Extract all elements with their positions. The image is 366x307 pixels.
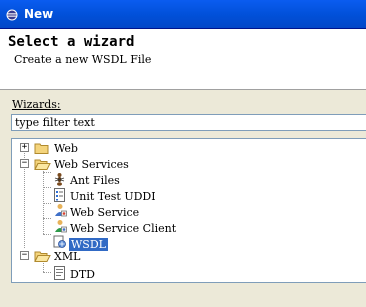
tree-connector (43, 172, 51, 173)
tree-connector (43, 234, 51, 235)
page-description: Create a new WSDL File (14, 53, 152, 66)
filter-input[interactable] (11, 114, 366, 131)
ant-icon (54, 173, 65, 186)
tree-connector (43, 168, 44, 234)
wizard-tree[interactable]: + Web − Web Services Ant Files Unit Test… (11, 138, 366, 283)
wsdl-icon (53, 235, 66, 248)
collapse-toggle[interactable]: − (20, 159, 29, 168)
wizard-header: Select a wizard Create a new WSDL File (0, 29, 366, 90)
folder-icon (34, 143, 49, 154)
tree-connector (43, 218, 51, 219)
wizards-label: Wizards: (12, 98, 61, 111)
expand-toggle[interactable]: + (20, 143, 29, 152)
wizard-body: Wizards: + Web − Web Services (0, 90, 366, 307)
collapse-toggle[interactable]: − (20, 251, 29, 260)
tree-connector (43, 187, 51, 188)
page-title: Select a wizard (8, 34, 135, 50)
title-bar[interactable]: New (0, 0, 366, 29)
eclipse-logo-icon (6, 9, 18, 21)
web-service-icon (55, 204, 67, 217)
window-title: New (24, 7, 54, 21)
tree-connector (43, 203, 51, 204)
folder-open-icon (34, 251, 51, 262)
dtd-file-icon (54, 266, 65, 280)
tree-connector (43, 272, 51, 273)
document-list-icon (54, 188, 65, 202)
web-service-client-icon (55, 220, 67, 233)
folder-open-icon (34, 159, 51, 170)
